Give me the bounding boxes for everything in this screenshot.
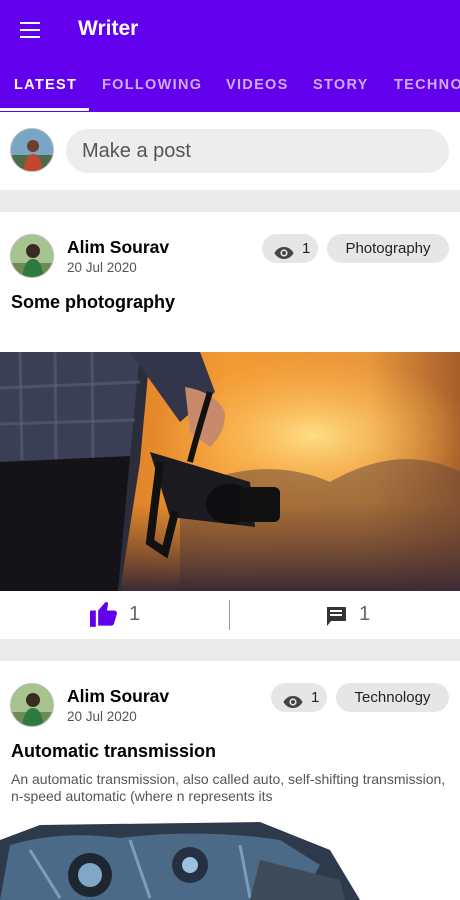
author-name[interactable]: Alim Sourav: [67, 237, 169, 258]
active-tab-indicator: [0, 108, 89, 111]
comment-icon[interactable]: [325, 605, 347, 632]
app-bar: Writer LATEST FOLLOWING VIDEOS STORY TEC…: [0, 0, 460, 112]
views-badge: 1: [271, 683, 327, 712]
tab-bar: LATEST FOLLOWING VIDEOS STORY TECHNO: [0, 62, 460, 112]
author-name[interactable]: Alim Sourav: [67, 686, 169, 707]
app-title: Writer: [78, 17, 139, 40]
post-image[interactable]: [0, 352, 460, 591]
post-card[interactable]: Alim Sourav 20 Jul 2020 1 Photography So…: [0, 212, 460, 639]
tab-following[interactable]: FOLLOWING: [102, 62, 202, 110]
actions-divider: [229, 600, 230, 630]
post-actions: 1 1: [0, 591, 460, 639]
post-excerpt: An automatic transmission, also called a…: [11, 771, 446, 804]
views-badge: 1: [262, 234, 318, 263]
menu-icon[interactable]: [12, 16, 48, 44]
category-badge[interactable]: Technology: [336, 683, 449, 712]
post-date: 20 Jul 2020: [67, 260, 137, 275]
views-count: 1: [311, 689, 320, 706]
author-avatar[interactable]: [10, 683, 54, 727]
post-card[interactable]: Alim Sourav 20 Jul 2020 1 Technology Aut…: [0, 661, 460, 900]
views-count: 1: [302, 240, 311, 257]
thumb-up-icon[interactable]: [90, 601, 118, 629]
post-composer: Make a post: [0, 112, 460, 190]
post-date: 20 Jul 2020: [67, 709, 137, 724]
eye-icon: [283, 690, 303, 719]
category-badge[interactable]: Photography: [327, 234, 449, 263]
post-image[interactable]: [0, 820, 460, 900]
tab-story[interactable]: STORY: [313, 62, 369, 110]
post-title[interactable]: Automatic transmission: [11, 741, 216, 762]
eye-icon: [274, 241, 294, 270]
post-title[interactable]: Some photography: [11, 292, 175, 313]
tab-videos[interactable]: VIDEOS: [226, 62, 289, 110]
comment-count: 1: [359, 603, 371, 625]
like-count: 1: [129, 603, 141, 625]
user-avatar[interactable]: [10, 128, 54, 172]
tab-latest[interactable]: LATEST: [14, 62, 77, 110]
make-post-input[interactable]: Make a post: [66, 129, 449, 173]
author-avatar[interactable]: [10, 234, 54, 278]
tab-techno[interactable]: TECHNO: [394, 62, 460, 110]
